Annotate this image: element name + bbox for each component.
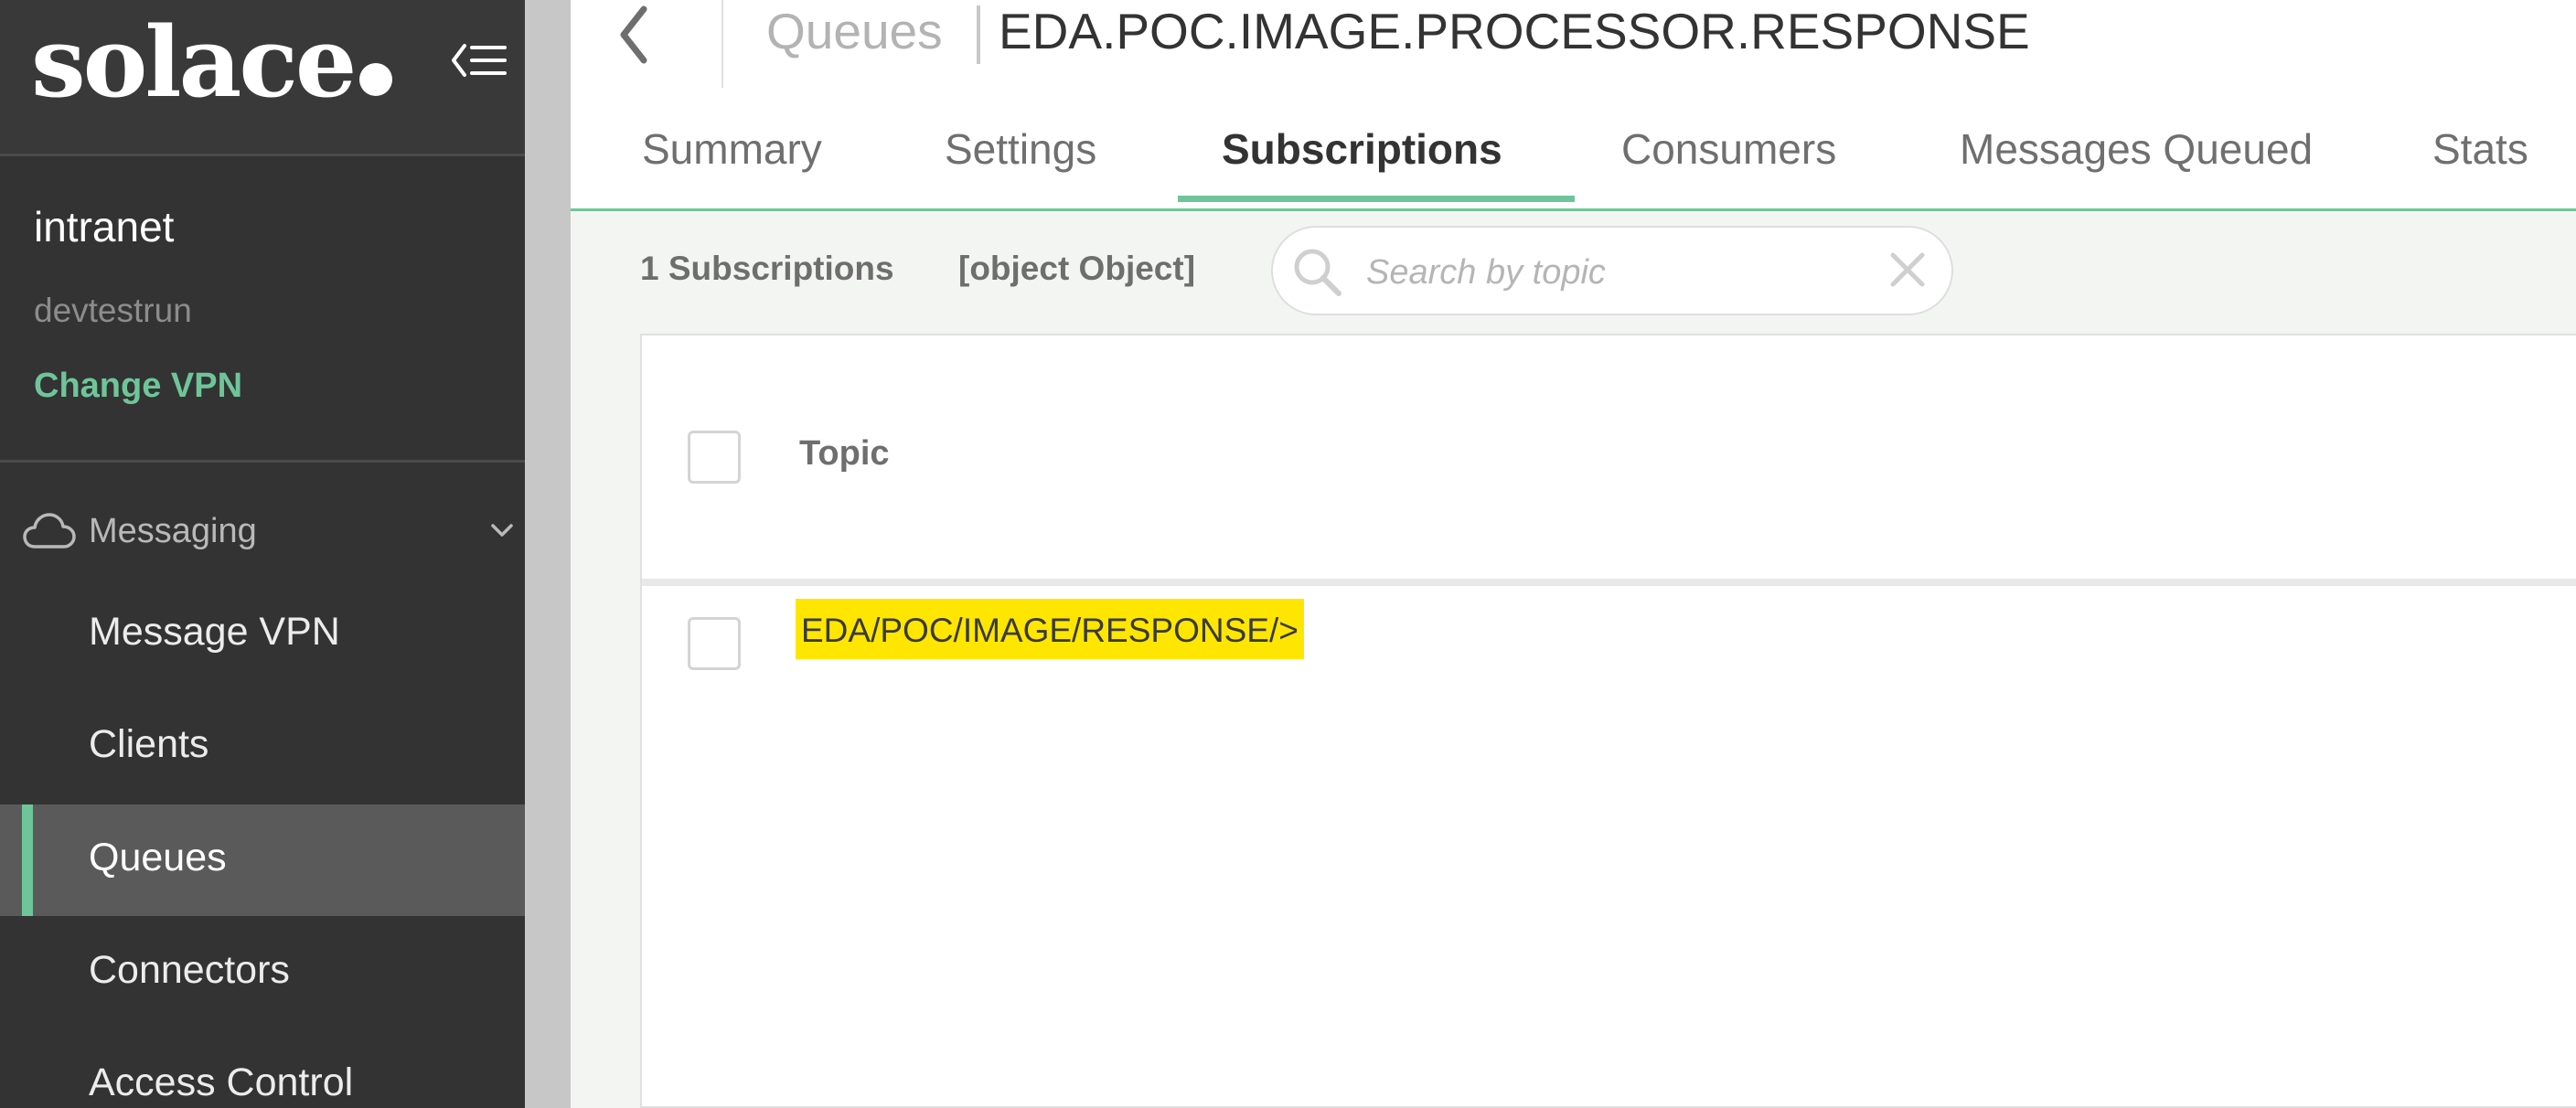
- vpn-info: intranet devtestrun Change VPN: [0, 156, 525, 463]
- subscription-count: 1 Subscriptions: [640, 250, 894, 287]
- tab-settings[interactable]: Settings: [945, 124, 1096, 174]
- vpn-subtitle: devtestrun: [34, 292, 192, 329]
- top-bar: Queues EDA.POC.IMAGE.PROCESSOR.RESPONSE: [571, 0, 2576, 91]
- topic-search: [1271, 226, 1953, 315]
- tab-stats[interactable]: Stats: [2432, 124, 2528, 174]
- chevron-down-icon: [491, 524, 513, 537]
- sidebar-item-clients[interactable]: Clients: [0, 691, 525, 803]
- change-vpn-link[interactable]: Change VPN: [34, 367, 242, 406]
- tab-subscriptions[interactable]: Subscriptions: [1222, 124, 1502, 174]
- subscriptions-content: 1 Subscriptions [object Object] Topic ED…: [571, 211, 2576, 1108]
- tab-consumers[interactable]: Consumers: [1621, 124, 1836, 174]
- breadcrumb-separator: [977, 5, 980, 64]
- active-tab-indicator: [1178, 196, 1575, 202]
- breadcrumb-queues[interactable]: Queues: [766, 2, 943, 60]
- sidebar-item-label: Message VPN: [89, 610, 340, 654]
- select-all-checkbox[interactable]: [688, 431, 741, 484]
- row-checkbox[interactable]: [688, 617, 741, 670]
- logo-dot: [359, 63, 393, 96]
- search-icon: [1294, 249, 1341, 296]
- sidebar-item-access-control[interactable]: Access Control: [0, 1029, 525, 1108]
- sidebar-header: solace: [0, 0, 525, 156]
- main-panel: Queues EDA.POC.IMAGE.PROCESSOR.RESPONSE …: [571, 0, 2576, 1108]
- cloud-icon: [23, 513, 76, 549]
- column-header-topic[interactable]: Topic: [799, 434, 890, 474]
- sidebar-item-message-vpn[interactable]: Message VPN: [0, 579, 525, 690]
- topic-cell[interactable]: EDA/POC/IMAGE/RESPONSE/>: [796, 599, 1304, 659]
- vpn-name: intranet: [34, 203, 175, 250]
- messaging-section-toggle[interactable]: Messaging: [0, 501, 525, 561]
- logo-text: solace: [31, 5, 357, 119]
- collapse-menu-icon: [452, 44, 507, 77]
- sidebar-item-label: Queues: [89, 836, 227, 879]
- clear-search-icon[interactable]: [1886, 248, 1929, 292]
- sidebar-item-connectors[interactable]: Connectors: [0, 917, 525, 1028]
- sidebar-item-label: Access Control: [89, 1060, 354, 1104]
- tab-bar: Summary Settings Subscriptions Consumers…: [571, 91, 2576, 211]
- tab-summary[interactable]: Summary: [642, 124, 822, 174]
- messaging-section-label: Messaging: [89, 512, 257, 550]
- solace-logo[interactable]: solace: [31, 5, 393, 119]
- sidebar-item-label: Connectors: [89, 948, 290, 992]
- tab-messages-queued[interactable]: Messages Queued: [1960, 124, 2313, 174]
- sidebar-item-label: Clients: [89, 722, 209, 766]
- chevron-left-icon: [620, 5, 647, 64]
- filter-label: [object Object]: [958, 250, 1196, 287]
- sidebar-gutter: [525, 0, 571, 1108]
- table-row[interactable]: EDA/POC/IMAGE/RESPONSE/>: [642, 586, 2576, 699]
- table-header: Topic: [642, 336, 2576, 586]
- sidebar-item-queues[interactable]: Queues: [0, 804, 525, 916]
- search-input[interactable]: [1364, 244, 1862, 301]
- page-title: EDA.POC.IMAGE.PROCESSOR.RESPONSE: [999, 3, 2030, 59]
- sidebar: solace intranet devtestrun Change VPN Me…: [0, 0, 525, 1108]
- subscriptions-table: Topic EDA/POC/IMAGE/RESPONSE/>: [640, 334, 2576, 1108]
- collapse-sidebar-button[interactable]: [450, 35, 508, 86]
- topbar-divider: [721, 0, 723, 88]
- back-button[interactable]: [607, 0, 662, 73]
